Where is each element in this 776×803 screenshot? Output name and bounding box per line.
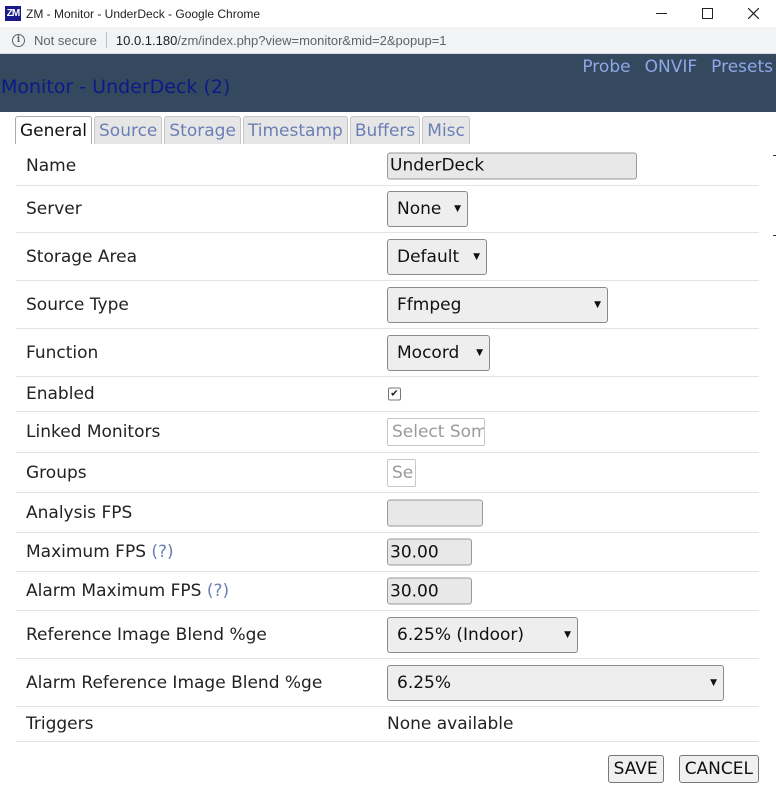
form-row-alarm-reference-blend: Alarm Reference Image Blend %ge 6.25% ▼ bbox=[16, 659, 759, 707]
function-select[interactable]: Mocord ▼ bbox=[387, 334, 490, 371]
analysis-fps-input[interactable] bbox=[387, 499, 483, 526]
page-title: Monitor - UnderDeck (2) bbox=[1, 76, 231, 98]
caret-down-icon: ▼ bbox=[473, 251, 480, 262]
tab-timestamp[interactable]: Timestamp bbox=[242, 116, 348, 144]
close-button[interactable] bbox=[730, 0, 776, 27]
alarm-reference-blend-select-value: 6.25% bbox=[397, 672, 452, 693]
minimize-icon bbox=[655, 13, 667, 14]
linked-monitors-label: Linked Monitors bbox=[26, 422, 161, 442]
source-type-select-value: Ffmpeg bbox=[397, 294, 462, 315]
tab-source[interactable]: Source bbox=[94, 116, 163, 144]
monitor-general-form: Name UnderDeck Server None ▼ Storage Are… bbox=[16, 146, 759, 742]
cancel-button[interactable]: CANCEL bbox=[678, 755, 759, 783]
tab-bar: General Source Storage Timestamp Buffers… bbox=[15, 116, 470, 144]
storage-area-select[interactable]: Default ▼ bbox=[387, 238, 487, 275]
linked-monitors-input[interactable]: Select Som bbox=[387, 418, 485, 446]
form-row-function: Function Mocord ▼ bbox=[16, 329, 759, 377]
page-header: Probe ONVIF Presets Monitor - UnderDeck … bbox=[0, 54, 776, 112]
source-type-select[interactable]: Ffmpeg ▼ bbox=[387, 286, 608, 323]
url-divider bbox=[105, 32, 107, 48]
form-row-storage-area: Storage Area Default ▼ bbox=[16, 233, 759, 281]
maximum-fps-help-link[interactable]: (?) bbox=[151, 542, 173, 562]
form-row-analysis-fps: Analysis FPS bbox=[16, 493, 759, 533]
alarm-maximum-fps-label-text: Alarm Maximum FPS bbox=[26, 581, 202, 601]
caret-down-icon: ▼ bbox=[710, 677, 717, 688]
form-row-groups: Groups Se bbox=[16, 453, 759, 493]
triggers-value: None available bbox=[387, 714, 514, 734]
name-label: Name bbox=[26, 155, 77, 176]
zm-logo-icon: ZM bbox=[5, 6, 21, 21]
maximum-fps-input[interactable]: 30.00 bbox=[387, 538, 472, 566]
alarm-reference-blend-label: Alarm Reference Image Blend %ge bbox=[26, 672, 323, 693]
maximum-fps-label-text: Maximum FPS bbox=[26, 542, 146, 562]
server-select-value: None bbox=[397, 199, 442, 219]
server-select[interactable]: None ▼ bbox=[387, 191, 468, 227]
reference-blend-select-value: 6.25% (Indoor) bbox=[397, 624, 525, 645]
caret-down-icon: ▼ bbox=[564, 629, 571, 640]
onvif-link[interactable]: ONVIF bbox=[645, 57, 698, 77]
alarm-maximum-fps-label: Alarm Maximum FPS (?) bbox=[26, 581, 229, 601]
function-label: Function bbox=[26, 342, 99, 363]
minimize-button[interactable] bbox=[638, 0, 684, 27]
save-button[interactable]: SAVE bbox=[607, 755, 664, 783]
groups-input[interactable]: Se bbox=[387, 458, 416, 487]
alarm-maximum-fps-input[interactable]: 30.00 bbox=[387, 577, 472, 605]
enabled-label: Enabled bbox=[26, 384, 95, 404]
triggers-label: Triggers bbox=[26, 714, 94, 734]
header-links: Probe ONVIF Presets bbox=[582, 57, 773, 77]
probe-link[interactable]: Probe bbox=[582, 57, 630, 77]
check-icon: ✔ bbox=[390, 388, 399, 399]
storage-area-label: Storage Area bbox=[26, 246, 138, 267]
groups-label: Groups bbox=[26, 462, 87, 483]
presets-link[interactable]: Presets bbox=[711, 57, 773, 77]
caret-down-icon: ▼ bbox=[454, 204, 461, 214]
caret-down-icon: ▼ bbox=[476, 347, 483, 358]
form-row-alarm-maximum-fps: Alarm Maximum FPS (?) 30.00 bbox=[16, 572, 759, 611]
source-type-label: Source Type bbox=[26, 294, 129, 315]
address-bar[interactable]: i Not secure 10.0.1.180/zm/index.php?vie… bbox=[0, 27, 776, 54]
window-controls bbox=[638, 0, 776, 27]
form-row-reference-blend: Reference Image Blend %ge 6.25% (Indoor)… bbox=[16, 611, 759, 659]
form-row-enabled: Enabled ✔ bbox=[16, 377, 759, 412]
tab-buffers[interactable]: Buffers bbox=[349, 116, 421, 144]
alarm-reference-blend-select[interactable]: 6.25% ▼ bbox=[387, 664, 724, 701]
maximize-icon bbox=[701, 8, 713, 19]
tab-misc[interactable]: Misc bbox=[422, 116, 470, 144]
url-host: 10.0.1.180 bbox=[115, 32, 178, 48]
reference-blend-label: Reference Image Blend %ge bbox=[26, 624, 267, 645]
server-label: Server bbox=[26, 199, 82, 219]
window-title: ZM - Monitor - UnderDeck - Google Chrome bbox=[26, 6, 261, 21]
form-row-source-type: Source Type Ffmpeg ▼ bbox=[16, 281, 759, 329]
name-input[interactable]: UnderDeck bbox=[387, 152, 637, 179]
close-icon bbox=[747, 8, 759, 19]
url-path: /zm/index.php?view=monitor&mid=2&popup=1 bbox=[177, 32, 447, 48]
analysis-fps-label: Analysis FPS bbox=[26, 502, 133, 523]
storage-area-select-value: Default bbox=[397, 246, 460, 267]
security-label: Not secure bbox=[34, 32, 97, 48]
info-icon[interactable]: i bbox=[12, 33, 25, 47]
tab-general[interactable]: General bbox=[15, 116, 92, 144]
tab-storage[interactable]: Storage bbox=[164, 116, 241, 144]
maximum-fps-label: Maximum FPS (?) bbox=[26, 542, 174, 562]
window-titlebar: ZM ZM - Monitor - UnderDeck - Google Chr… bbox=[0, 0, 776, 27]
function-select-value: Mocord bbox=[397, 342, 460, 363]
caret-down-icon: ▼ bbox=[594, 299, 601, 310]
maximize-button[interactable] bbox=[684, 0, 730, 27]
form-row-maximum-fps: Maximum FPS (?) 30.00 bbox=[16, 533, 759, 572]
alarm-maximum-fps-help-link[interactable]: (?) bbox=[207, 581, 229, 601]
reference-blend-select[interactable]: 6.25% (Indoor) ▼ bbox=[387, 616, 578, 653]
form-row-triggers: Triggers None available bbox=[16, 707, 759, 742]
form-row-linked-monitors: Linked Monitors Select Som bbox=[16, 412, 759, 453]
form-row-server: Server None ▼ bbox=[16, 186, 759, 233]
form-row-name: Name UnderDeck bbox=[16, 146, 759, 186]
form-buttons: SAVE CANCEL bbox=[607, 755, 759, 783]
enabled-checkbox[interactable]: ✔ bbox=[388, 387, 401, 401]
